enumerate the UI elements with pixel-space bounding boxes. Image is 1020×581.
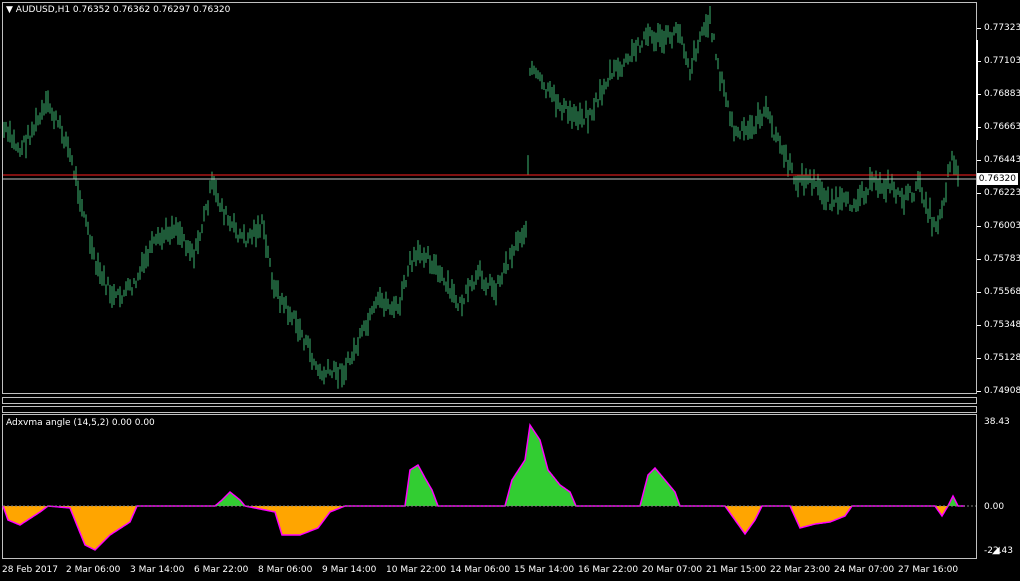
time-label: 8 Mar 06:00 [258,565,313,575]
time-label: 20 Mar 07:00 [642,565,703,575]
time-label: 27 Mar 16:00 [898,565,959,575]
chart-menu-triangle-icon[interactable]: ▼ [6,5,13,15]
price-label: 0.75348 [984,320,1020,330]
price-label: 0.76883 [984,89,1020,99]
indicator-label: 38.43 [984,417,1010,427]
time-label: 2 Mar 06:00 [66,565,121,575]
price-label: 0.76003 [984,221,1020,231]
time-label: 21 Mar 15:00 [706,565,767,575]
time-label: 24 Mar 07:00 [834,565,895,575]
current-price-tag: 0.76320 [977,173,1018,185]
scroll-chart-icon[interactable]: ◢ [992,546,1000,556]
time-label: 6 Mar 22:00 [194,565,249,575]
time-label: 9 Mar 14:00 [322,565,377,575]
time-label: 10 Mar 22:00 [386,565,447,575]
price-label: 0.75783 [984,254,1020,264]
price-scale-marker [976,40,978,140]
symbol-quote: AUDUSD,H1 0.76352 0.76362 0.76297 0.7632… [15,5,231,15]
time-label: 22 Mar 23:00 [770,565,831,575]
price-label: 0.75128 [984,353,1020,363]
time-label: 28 Feb 2017 [2,565,59,575]
chart-title: ▼ AUDUSD,H1 0.76352 0.76362 0.76297 0.76… [6,5,230,15]
price-label: 0.76663 [984,122,1020,132]
time-label: 3 Mar 14:00 [130,565,185,575]
price-label: 0.75568 [984,287,1020,297]
price-label: 0.77323 [984,23,1020,33]
price-label: 0.76223 [984,188,1020,198]
price-label: 0.74908 [984,386,1020,396]
price-label: 0.77103 [984,56,1020,66]
time-label: 16 Mar 22:00 [578,565,639,575]
time-label: 15 Mar 14:00 [514,565,575,575]
chart-plot [2,6,976,551]
indicator-line [2,422,965,551]
time-label: 14 Mar 06:00 [450,565,511,575]
indicator-title: Adxvma angle (14,5,2) 0.00 0.00 [6,418,155,428]
price-label: 0.76443 [984,155,1020,165]
indicator-label: 0.00 [984,502,1005,512]
